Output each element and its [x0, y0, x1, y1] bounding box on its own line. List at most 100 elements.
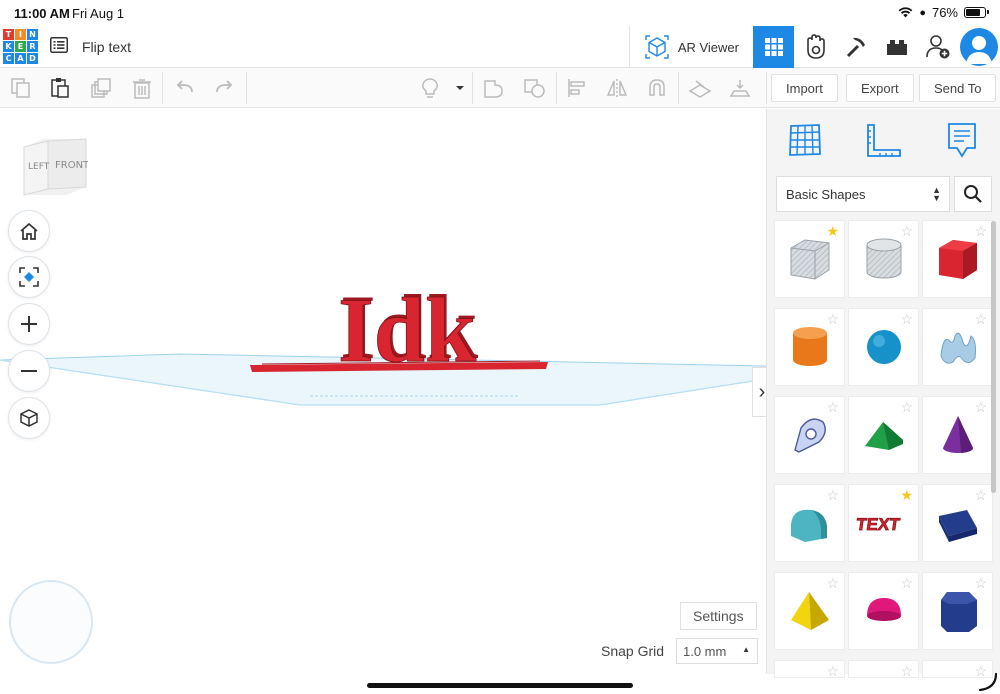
settings-button[interactable]: Settings: [680, 602, 757, 630]
ar-viewer-label: AR Viewer: [677, 39, 739, 55]
copy-button[interactable]: [9, 76, 33, 100]
delete-button[interactable]: [130, 76, 154, 100]
zoom-out-button[interactable]: [8, 350, 50, 392]
shape-thumbnail: [866, 238, 901, 279]
fit-view-button[interactable]: [8, 256, 50, 298]
favorite-star-icon[interactable]: ☆: [974, 312, 987, 326]
shape-tile[interactable]: ☆: [848, 220, 919, 298]
panel-scrollbar[interactable]: [991, 221, 996, 493]
shape-tile[interactable]: ☆: [848, 572, 919, 650]
favorite-star-icon[interactable]: ★: [900, 488, 913, 502]
design-list-icon[interactable]: [50, 37, 68, 58]
scene-text[interactable]: Idk: [338, 279, 478, 382]
mirror-button[interactable]: [605, 76, 629, 100]
favorite-star-icon[interactable]: ☆: [974, 488, 987, 502]
user-avatar[interactable]: [960, 28, 998, 66]
note-bubble-icon: [948, 123, 976, 158]
export-button[interactable]: Export: [846, 74, 914, 102]
pickaxe-icon: [846, 37, 865, 58]
shape-tile[interactable]: ☆: [848, 396, 919, 474]
viewcube-left-label: LEFT: [28, 162, 50, 172]
cruise-button[interactable]: [645, 76, 669, 100]
shape-category-select[interactable]: Basic Shapes ▲ ▼: [776, 176, 950, 212]
minecraft-view-button[interactable]: [835, 26, 876, 68]
shape-tile[interactable]: ☆: [922, 308, 993, 386]
workplane-button[interactable]: [688, 76, 712, 100]
favorite-star-icon[interactable]: ☆: [900, 312, 913, 326]
shape-thumbnail: [866, 330, 901, 364]
home-view-button[interactable]: [8, 210, 50, 252]
grid-panel-button[interactable]: [784, 119, 826, 161]
shape-tile[interactable]: TEXT ★: [848, 484, 919, 562]
shape-tile[interactable]: ☆: [774, 484, 845, 562]
favorite-star-icon[interactable]: ☆: [974, 400, 987, 414]
shape-search-button[interactable]: [954, 176, 992, 212]
codeblocks-icon: [806, 34, 825, 59]
view-cube[interactable]: LEFT FRONT: [22, 137, 90, 202]
tinkercad-logo[interactable]: TIN KER CAD: [3, 29, 38, 64]
ungroup-button[interactable]: [523, 76, 547, 100]
workplane-viewport[interactable]: Idk Idk LEFT FRONT Settings Snap Grid 1.…: [0, 109, 772, 674]
shape-tile[interactable]: ☆: [774, 396, 845, 474]
ruler-button[interactable]: [728, 76, 752, 100]
bricks-view-button[interactable]: [876, 26, 917, 68]
shape-tile[interactable]: ☆: [922, 572, 993, 650]
duplicate-button[interactable]: [89, 76, 113, 100]
notes-dropdown[interactable]: [448, 76, 472, 100]
favorite-star-icon[interactable]: ☆: [826, 576, 839, 590]
favorite-star-icon[interactable]: ★: [826, 224, 839, 238]
send-to-button[interactable]: Send To: [919, 74, 997, 102]
workplane-scene[interactable]: Idk Idk: [0, 109, 766, 674]
favorite-star-icon[interactable]: ☆: [900, 224, 913, 238]
notes-button[interactable]: [418, 76, 442, 100]
shape-tile[interactable]: ★: [774, 220, 845, 298]
favorite-star-icon[interactable]: ☆: [826, 664, 839, 678]
import-button[interactable]: Import: [771, 74, 838, 102]
favorite-star-icon[interactable]: ☆: [826, 488, 839, 502]
zoom-in-button[interactable]: [8, 303, 50, 345]
favorite-star-icon[interactable]: ☆: [974, 576, 987, 590]
favorite-star-icon[interactable]: ☆: [826, 400, 839, 414]
paste-button[interactable]: [48, 76, 72, 100]
shape-tile[interactable]: ☆: [848, 660, 919, 678]
notes-panel-button[interactable]: [941, 119, 983, 161]
favorite-star-icon[interactable]: ☆: [900, 400, 913, 414]
favorite-star-icon[interactable]: ☆: [900, 664, 913, 678]
logo-letter: E: [15, 41, 26, 52]
ruler-panel-button[interactable]: [863, 119, 905, 161]
snap-grid-select[interactable]: 1.0 mm ▲: [676, 638, 758, 664]
favorite-star-icon[interactable]: ☆: [826, 312, 839, 326]
perspective-button[interactable]: [8, 397, 50, 439]
design-title[interactable]: Flip text: [82, 39, 131, 55]
shape-tile[interactable]: ☆: [922, 220, 993, 298]
favorite-star-icon[interactable]: ☆: [900, 576, 913, 590]
shape-tile[interactable]: ☆: [774, 660, 845, 678]
shape-tile[interactable]: ☆: [922, 484, 993, 562]
favorite-star-icon[interactable]: ☆: [974, 224, 987, 238]
ruler-icon: [867, 124, 901, 157]
3d-design-view-button[interactable]: [753, 26, 794, 68]
codeblocks-view-button[interactable]: [794, 26, 835, 68]
navigation-joystick[interactable]: [9, 580, 93, 664]
home-indicator[interactable]: [367, 683, 633, 688]
undo-button[interactable]: [173, 76, 197, 100]
redo-button[interactable]: [212, 76, 236, 100]
wifi-icon: [898, 7, 913, 18]
add-user-button[interactable]: [917, 26, 958, 68]
shape-tile[interactable]: ☆: [774, 572, 845, 650]
align-button[interactable]: [565, 76, 589, 100]
fit-view-icon: [19, 267, 39, 287]
group-button[interactable]: [482, 76, 506, 100]
viewcube-front-label: FRONT: [55, 160, 88, 171]
battery-icon: [964, 7, 989, 18]
shape-tile[interactable]: ☆: [848, 308, 919, 386]
caret-up-icon: ▲: [742, 645, 750, 654]
shape-tile[interactable]: ☆: [922, 396, 993, 474]
shape-tile[interactable]: ☆: [774, 308, 845, 386]
shape-thumbnail: TEXT: [856, 515, 902, 535]
ar-viewer-button[interactable]: AR Viewer: [628, 26, 753, 68]
home-icon: [20, 222, 38, 240]
mirror-icon: [606, 79, 628, 97]
paw-icon: ●: [919, 6, 926, 19]
logo-letter: A: [15, 53, 26, 64]
